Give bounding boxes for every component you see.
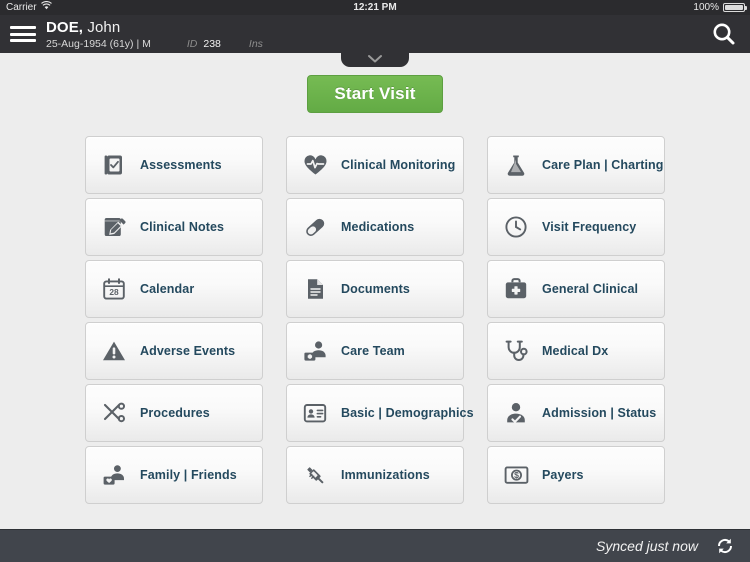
status-bar-clock: 12:21 PM — [353, 2, 397, 13]
tile-label: Clinical Monitoring — [341, 158, 456, 172]
tile-family-friends[interactable]: Family | Friends — [85, 446, 263, 504]
search-icon[interactable] — [710, 20, 738, 48]
patient-dob-sex: 25-Aug-1954 (61y) | M — [46, 38, 151, 50]
tile-clinical-monitoring[interactable]: Clinical Monitoring — [286, 136, 464, 194]
tile-label: Calendar — [140, 282, 195, 296]
tile-admission-status[interactable]: Admission | Status — [487, 384, 665, 442]
tile-label: Clinical Notes — [140, 220, 225, 234]
tile-care-team[interactable]: Care Team — [286, 322, 464, 380]
patient-id-label: ID — [186, 38, 198, 50]
tile-documents[interactable]: Documents — [286, 260, 464, 318]
warning-triangle-icon — [100, 337, 128, 365]
patient-insurance-label: Ins — [248, 38, 263, 50]
app-root: Carrier 12:21 PM 100% DOE, John 25-Aug-1 — [0, 0, 750, 562]
patient-header: DOE, John 25-Aug-1954 (61y) | M ID 238 I… — [0, 15, 750, 53]
tile-label: Medications — [341, 220, 415, 234]
patient-name: DOE, John — [46, 19, 120, 36]
tile-general-clinical[interactable]: General Clinical — [487, 260, 665, 318]
calendar-icon: 28 — [100, 275, 128, 303]
tile-immunizations[interactable]: Immunizations — [286, 446, 464, 504]
scissors-scalpel-icon — [100, 399, 128, 427]
tile-label: Immunizations — [341, 468, 430, 482]
tile-basic-demographics[interactable]: Basic | Demographics — [286, 384, 474, 442]
id-card-icon — [301, 399, 329, 427]
sync-refresh-icon[interactable] — [714, 535, 736, 557]
patient-meta: 25-Aug-1954 (61y) | M ID 238 Ins — [46, 38, 263, 50]
medical-bag-icon — [502, 275, 530, 303]
tile-label: Medical Dx — [542, 344, 609, 358]
tile-label: Adverse Events — [140, 344, 236, 358]
tile-label: Basic | Demographics — [341, 406, 474, 420]
pill-capsule-icon — [301, 213, 329, 241]
family-icon — [100, 461, 128, 489]
tile-label: Admission | Status — [542, 406, 657, 420]
status-bar-right: 100% — [693, 0, 747, 15]
tile-assessments[interactable]: Assessments — [85, 136, 263, 194]
note-pencil-icon — [100, 213, 128, 241]
dollar-bill-icon: $ — [502, 461, 530, 489]
svg-text:$: $ — [514, 470, 519, 480]
heart-pulse-icon — [301, 151, 329, 179]
tile-medications[interactable]: Medications — [286, 198, 464, 256]
person-check-icon — [502, 399, 530, 427]
tile-label: Visit Frequency — [542, 220, 637, 234]
document-icon — [301, 275, 329, 303]
tile-label: General Clinical — [542, 282, 639, 296]
hamburger-menu-icon[interactable] — [10, 24, 36, 44]
sync-status-text: Synced just now — [596, 538, 698, 554]
svg-text:28: 28 — [109, 287, 119, 297]
patient-id-value: 238 — [203, 38, 221, 50]
syringe-icon — [301, 461, 329, 489]
ios-status-bar: Carrier 12:21 PM 100% — [0, 0, 750, 15]
sync-status-bar: Synced just now — [0, 529, 750, 562]
tile-label: Assessments — [140, 158, 222, 172]
clipboard-check-icon — [100, 151, 128, 179]
patient-given-name: John — [87, 19, 121, 36]
tile-payers[interactable]: $ Payers — [487, 446, 665, 504]
tile-label: Care Plan | Charting — [542, 158, 664, 172]
start-visit-button[interactable]: Start Visit — [307, 75, 443, 113]
header-collapse-tab[interactable] — [341, 53, 409, 67]
tile-medical-dx[interactable]: Medical Dx — [487, 322, 665, 380]
clock-icon — [502, 213, 530, 241]
flask-icon — [502, 151, 530, 179]
care-team-icon — [301, 337, 329, 365]
battery-full-icon — [723, 3, 747, 12]
tile-calendar[interactable]: 28 Calendar — [85, 260, 263, 318]
tile-care-plan-charting[interactable]: Care Plan | Charting — [487, 136, 665, 194]
stethoscope-icon — [502, 337, 530, 365]
tile-label: Family | Friends — [140, 468, 237, 482]
tile-label: Documents — [341, 282, 410, 296]
module-tile-grid: Assessments Clinical Monitoring Care Plan … — [85, 136, 665, 504]
patient-family-name: DOE, — [46, 19, 84, 36]
tile-label: Payers — [542, 468, 584, 482]
tile-label: Care Team — [341, 344, 405, 358]
start-visit-container: Start Visit — [0, 75, 750, 113]
tile-clinical-notes[interactable]: Clinical Notes — [85, 198, 263, 256]
main-content: Start Visit Assessments Clinical Monitori… — [0, 53, 750, 529]
tile-procedures[interactable]: Procedures — [85, 384, 263, 442]
battery-percent-label: 100% — [693, 2, 719, 13]
chevron-down-icon — [368, 55, 382, 63]
tile-adverse-events[interactable]: Adverse Events — [85, 322, 263, 380]
tile-label: Procedures — [140, 406, 210, 420]
tile-visit-frequency[interactable]: Visit Frequency — [487, 198, 665, 256]
